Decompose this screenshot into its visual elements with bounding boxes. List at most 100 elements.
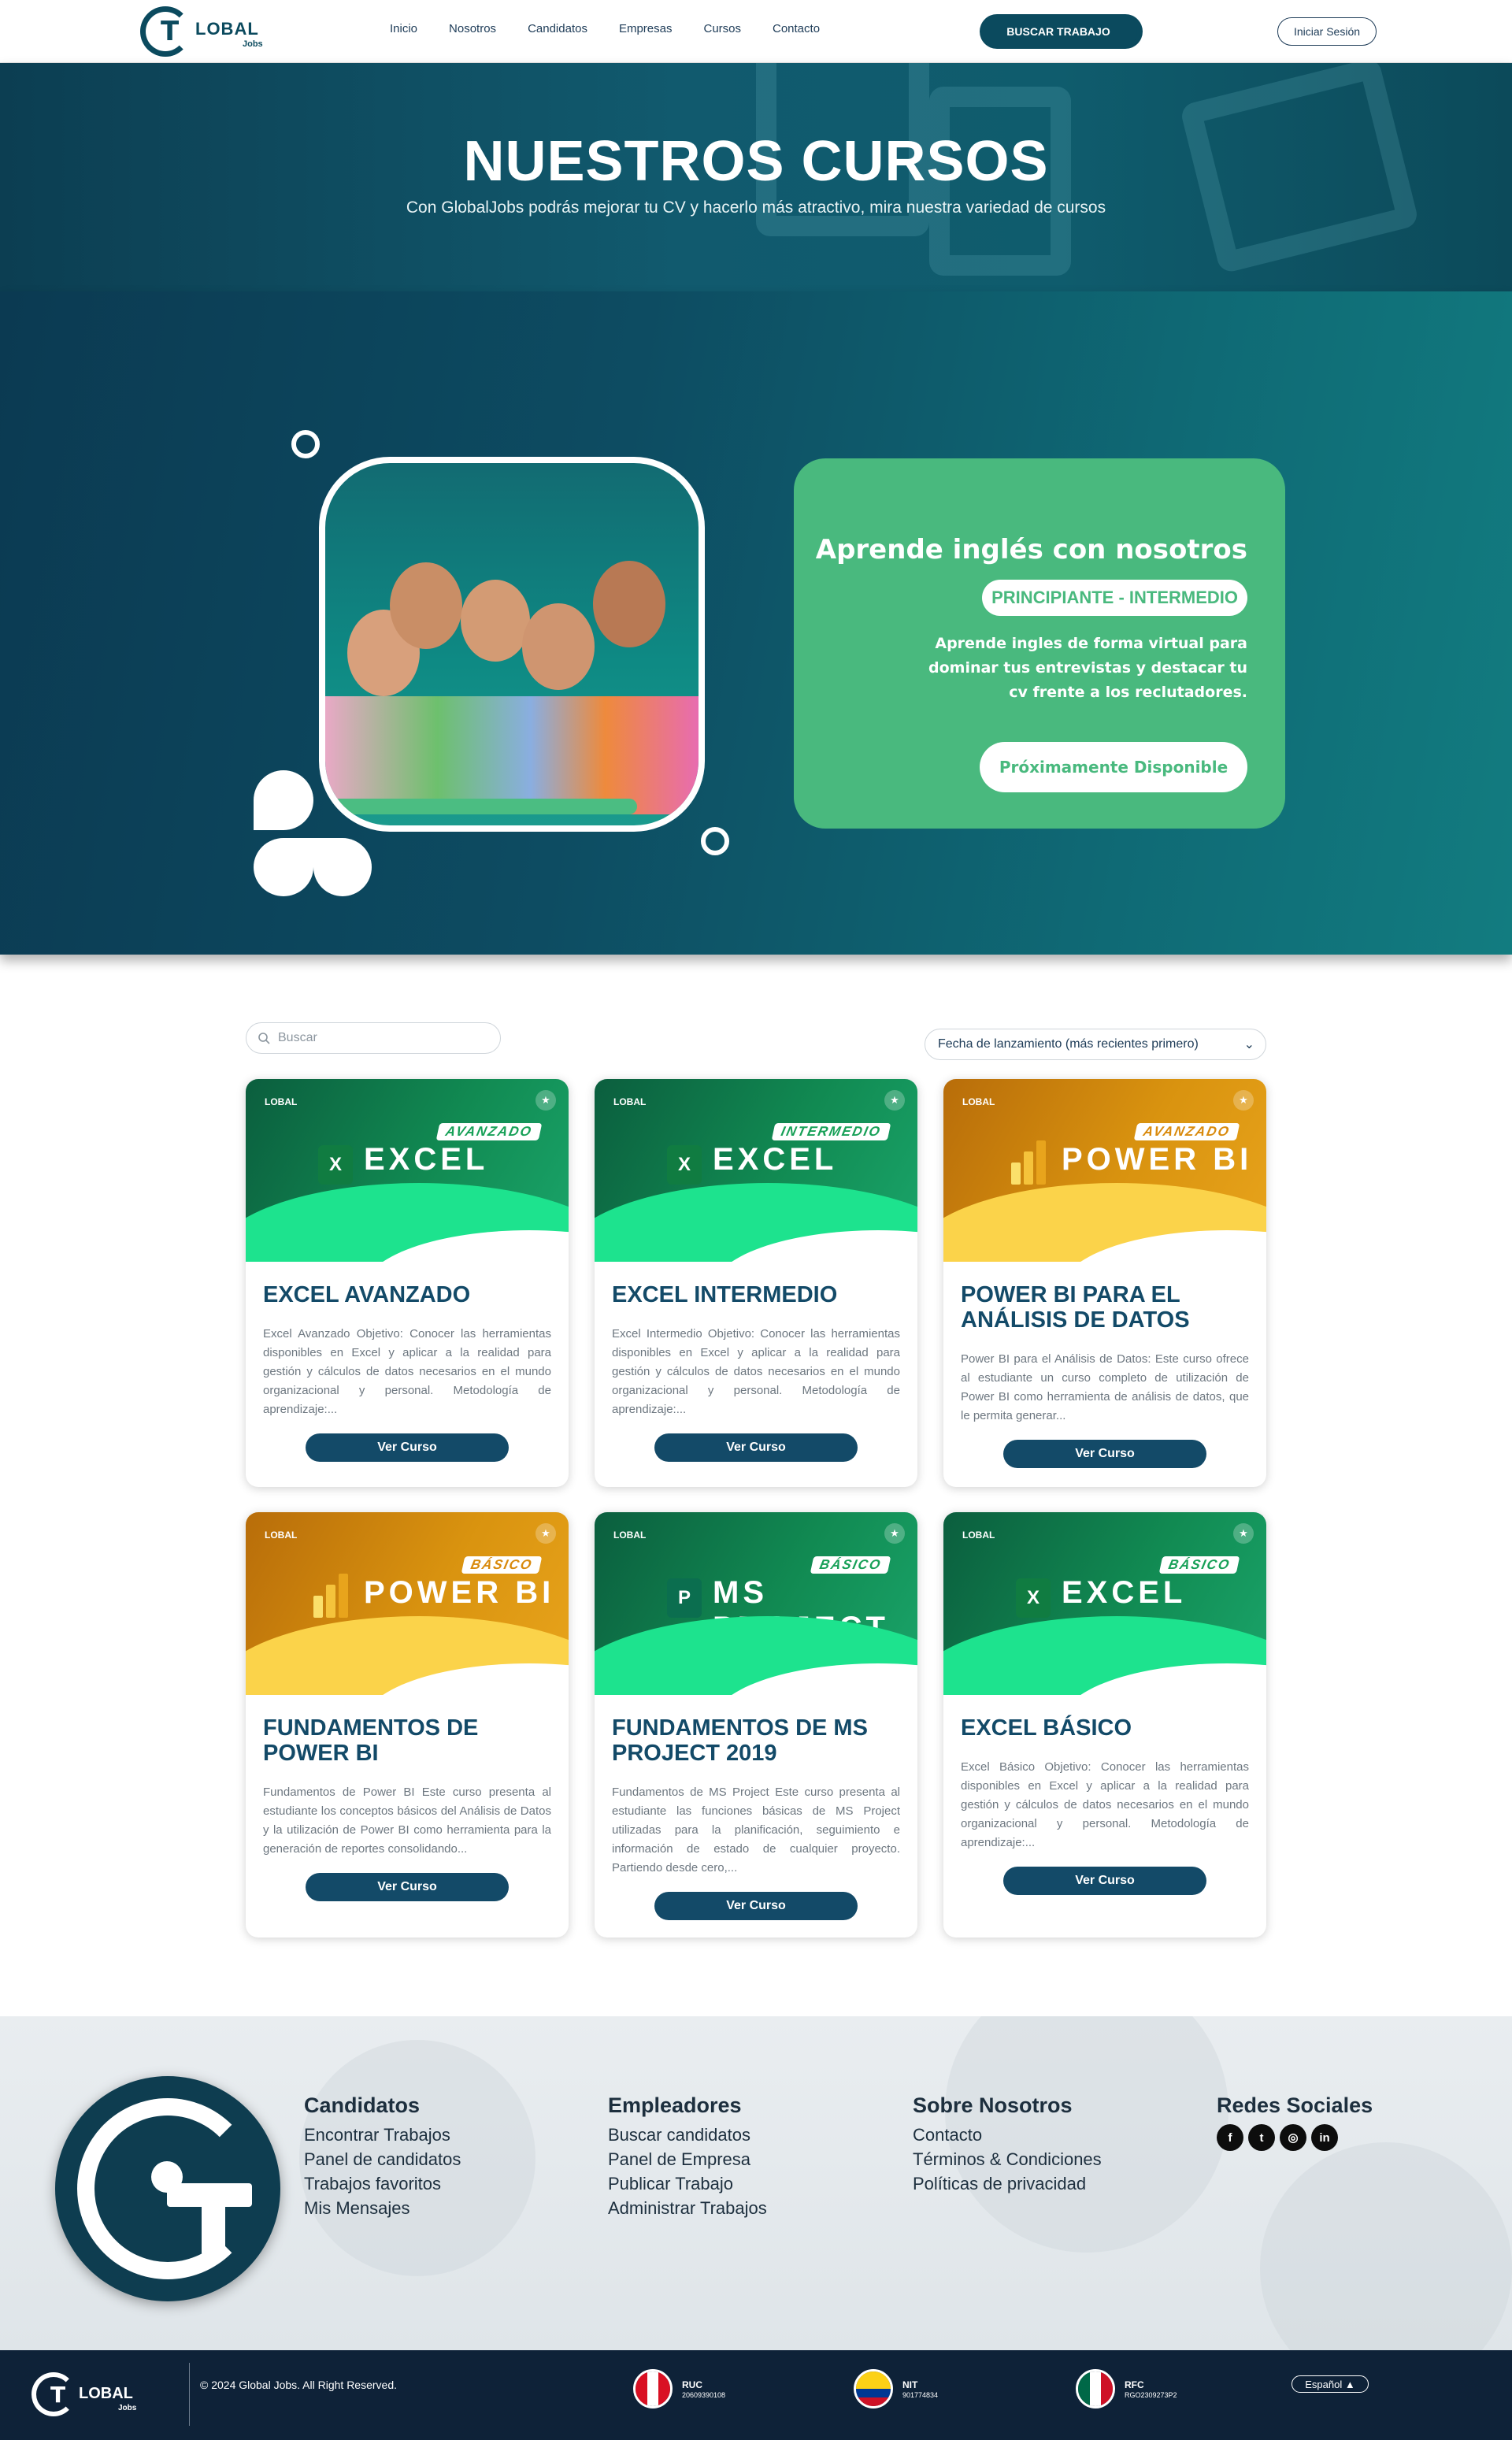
- ver-curso-button[interactable]: Ver Curso: [1003, 1867, 1206, 1895]
- course-description: Power BI para el Análisis de Datos: Este…: [961, 1352, 1249, 1422]
- mexico-id: RFC RGO2309273P2: [1076, 2369, 1177, 2408]
- bookmark-icon[interactable]: ★: [536, 1523, 556, 1544]
- top-navigation-bar: T LOBAL Jobs Inicio Nosotros Candidatos …: [0, 0, 1512, 63]
- course-level-badge: BÁSICO: [461, 1556, 543, 1574]
- ver-curso-button[interactable]: Ver Curso: [654, 1892, 858, 1920]
- footer-column-social: Redes Sociales f t ◎ in: [1217, 2093, 1373, 2151]
- ver-curso-button[interactable]: Ver Curso: [306, 1873, 509, 1901]
- logo-sub: Jobs: [118, 2404, 137, 2412]
- peru-id: RUC 20609390108: [633, 2369, 725, 2408]
- nav-item-cursos[interactable]: Cursos: [703, 22, 741, 35]
- decor-leaf: [313, 838, 372, 896]
- coming-soon-button[interactable]: Próximamente Disponible: [980, 742, 1247, 792]
- footer-link[interactable]: Administrar Trabajos: [608, 2196, 767, 2220]
- nav-item-candidatos[interactable]: Candidatos: [528, 22, 587, 35]
- course-thumbnail: LOBAL ★ AVANZADO X EXCEL: [246, 1079, 569, 1262]
- id-label: NIT: [902, 2379, 918, 2390]
- course-body: EXCEL INTERMEDIO Excel Intermedio Objetiv…: [595, 1262, 917, 1479]
- course-body: EXCEL AVANZADO Excel Avanzado Objetivo: C…: [246, 1262, 569, 1479]
- course-level-badge: BÁSICO: [1158, 1556, 1240, 1574]
- course-level-badge: BÁSICO: [810, 1556, 891, 1574]
- facebook-icon[interactable]: f: [1217, 2124, 1243, 2151]
- bookmark-icon[interactable]: ★: [884, 1523, 905, 1544]
- course-title: EXCEL AVANZADO: [263, 1282, 471, 1307]
- app-icon: X: [1016, 1578, 1051, 1618]
- english-course-card: Aprende inglés con nosotros PRINCIPIANTE…: [794, 458, 1285, 829]
- course-title: FUNDAMENTOS DE POWER BI: [263, 1715, 479, 1766]
- course-card[interactable]: LOBAL ★ AVANZADO X EXCEL EXCEL AVANZADO Excel …: [246, 1079, 569, 1487]
- footer-link[interactable]: Términos & Condiciones: [913, 2147, 1102, 2171]
- nav-item-nosotros[interactable]: Nosotros: [449, 22, 496, 35]
- colombia-flag-icon: [854, 2369, 893, 2408]
- search-input[interactable]: [278, 1031, 467, 1045]
- bottom-bar: T LOBAL Jobs © 2024 Global Jobs. All Rig…: [0, 2350, 1512, 2440]
- bookmark-icon[interactable]: ★: [1233, 1090, 1254, 1111]
- photo-accent-bar: [330, 799, 637, 814]
- footer-link[interactable]: Políticas de privacidad: [913, 2171, 1102, 2196]
- course-card[interactable]: LOBAL ★ BÁSICO POWER BI FUNDAMENTOS DE POWER…: [246, 1512, 569, 1938]
- sort-value: Fecha de lanzamiento (más recientes prim…: [938, 1037, 1199, 1051]
- app-icon: P: [667, 1578, 702, 1618]
- student-figure: [461, 580, 530, 662]
- thumb-logo: LOBAL: [265, 1096, 298, 1107]
- footer-link[interactable]: Panel de candidatos: [304, 2147, 461, 2171]
- footer-link[interactable]: Panel de Empresa: [608, 2147, 767, 2171]
- language-selector[interactable]: Español ▲: [1292, 2375, 1369, 2393]
- course-body: FUNDAMENTOS DE MS PROJECT 2019 Fundamento…: [595, 1695, 917, 1938]
- ver-curso-button[interactable]: Ver Curso: [654, 1433, 858, 1462]
- footer-decor: [1260, 2142, 1512, 2350]
- divider: [189, 2363, 190, 2426]
- powerbi-icon: [313, 1574, 348, 1618]
- decor-leaf: [254, 770, 313, 830]
- course-product-name: POWER BI: [364, 1575, 555, 1610]
- thumb-logo: LOBAL: [962, 1096, 995, 1107]
- course-description: Fundamentos de MS Project Este curso pre…: [612, 1786, 900, 1874]
- nav-item-empresas[interactable]: Empresas: [619, 22, 673, 35]
- course-search: [246, 1022, 501, 1054]
- footer-link[interactable]: Trabajos favoritos: [304, 2171, 461, 2196]
- footer-link[interactable]: Mis Mensajes: [304, 2196, 461, 2220]
- bottom-logo[interactable]: T LOBAL Jobs: [32, 2372, 142, 2420]
- globaljobs-logo[interactable]: T LOBAL Jobs: [140, 6, 266, 57]
- linkedin-icon[interactable]: in: [1311, 2124, 1338, 2151]
- colombia-id: NIT 901774834: [854, 2369, 938, 2408]
- courses-banner: NUESTROS CURSOS Con GlobalJobs podrás me…: [0, 63, 1512, 291]
- page-subtitle: Con GlobalJobs podrás mejorar tu CV y ha…: [406, 198, 1106, 217]
- footer-link[interactable]: Buscar candidatos: [608, 2123, 767, 2147]
- bookmark-icon[interactable]: ★: [1233, 1523, 1254, 1544]
- bookmark-icon[interactable]: ★: [536, 1090, 556, 1111]
- ver-curso-button[interactable]: Ver Curso: [1003, 1440, 1206, 1468]
- sort-select[interactable]: Fecha de lanzamiento (más recientes prim…: [925, 1029, 1266, 1060]
- footer-link[interactable]: Contacto: [913, 2123, 1102, 2147]
- login-button[interactable]: Iniciar Sesión: [1277, 17, 1377, 46]
- course-level-badge: AVANZADO: [435, 1123, 543, 1140]
- promo-level-badge: PRINCIPIANTE - INTERMEDIO: [982, 580, 1247, 616]
- bookmark-icon[interactable]: ★: [884, 1090, 905, 1111]
- thumb-logo: LOBAL: [613, 1530, 647, 1541]
- id-label: RFC: [1125, 2379, 1144, 2390]
- course-card[interactable]: LOBAL ★ BÁSICO X EXCEL EXCEL BÁSICO Excel Bási…: [943, 1512, 1266, 1938]
- course-card[interactable]: LOBAL★BÁSICOPMS PROJECTFUNDAMENTOS DE MS…: [595, 1512, 917, 1938]
- student-figure: [390, 562, 462, 649]
- students-photo: [319, 457, 705, 832]
- footer-link[interactable]: Encontrar Trabajos: [304, 2123, 461, 2147]
- twitter-icon[interactable]: t: [1248, 2124, 1275, 2151]
- course-product-name: EXCEL: [364, 1142, 489, 1177]
- footer-column-candidatos: Candidatos Encontrar Trabajos Panel de c…: [304, 2093, 461, 2220]
- footer-link[interactable]: Publicar Trabajo: [608, 2171, 767, 2196]
- footer-column-sobre-nosotros: Sobre Nosotros Contacto Términos & Condi…: [913, 2093, 1102, 2196]
- instagram-icon[interactable]: ◎: [1280, 2124, 1306, 2151]
- nav-item-inicio[interactable]: Inicio: [390, 22, 417, 35]
- footer-heading: Empleadores: [608, 2093, 742, 2117]
- course-title: POWER BI PARA EL ANÁLISIS DE DATOS: [961, 1282, 1190, 1333]
- course-card[interactable]: LOBAL ★ AVANZADO POWER BI POWER BI PARA EL A…: [943, 1079, 1266, 1487]
- course-body: EXCEL BÁSICO Excel Básico Objetivo: Conoc…: [943, 1695, 1266, 1912]
- student-figure: [593, 561, 665, 647]
- buscar-trabajo-button[interactable]: BUSCAR TRABAJO: [980, 14, 1137, 49]
- nav-item-contacto[interactable]: Contacto: [773, 22, 820, 35]
- logo-t: T: [50, 2382, 66, 2408]
- id-value: 901774834: [902, 2391, 939, 2399]
- ver-curso-button[interactable]: Ver Curso: [306, 1433, 509, 1462]
- course-thumbnail: LOBAL ★ BÁSICO X EXCEL: [943, 1512, 1266, 1695]
- course-card[interactable]: LOBAL ★ INTERMEDIO X EXCEL EXCEL INTERMEDIO Ex…: [595, 1079, 917, 1487]
